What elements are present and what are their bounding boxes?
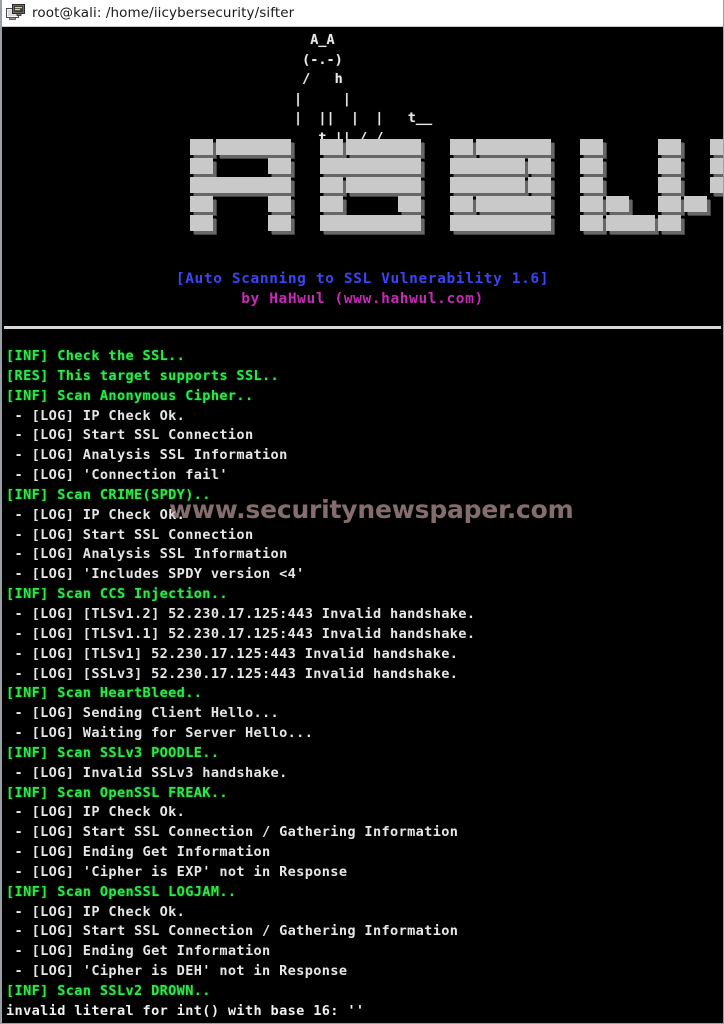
logo-block [450,158,525,174]
logo-block [450,177,525,193]
terminal-line: [INF] Scan SSLv2 DROWN.. [6,983,211,999]
terminal-line: - [LOG] Start SSL Connection / Gathering… [6,923,459,940]
terminal-line: - [LOG] IP Check Ok. [6,804,186,821]
logo-block [190,196,213,212]
terminal-line: - [LOG] [TLSv1.2] 52.230.17.125:443 Inva… [6,605,476,622]
logo-block [658,196,681,212]
terminal-line: [INF] Scan OpenSSL LOGJAM.. [6,883,237,900]
terminal-line: - [LOG] IP Check Ok. [6,407,186,424]
banner-byline: by HaHwul (www.hahwul.com) [241,291,484,307]
logo-block [268,196,291,212]
logo-block [658,177,681,193]
logo-block [346,177,421,193]
logo-block [528,158,551,174]
logo-block [190,215,213,231]
ascii-cat-art: A_A (-.-) / h | | | || | | t__ t_|| /_/ [294,32,433,146]
terminal-line: - [LOG] [TLSv1] 52.230.17.125:443 Invali… [6,645,459,662]
logo-block [320,158,421,174]
terminal-line: - [LOG] 'Cipher is EXP' not in Response [6,863,348,880]
logo-block [268,158,291,174]
scan-log-output: [INF] Check the SSL.. [RES] This target s… [6,347,723,1022]
logo-block [320,215,421,231]
logo-block [606,215,655,231]
logo-block [476,196,551,212]
logo-block [606,196,629,212]
terminal-line: - [LOG] Sending Client Hello... [6,705,280,722]
terminal-line: - [LOG] Ending Get Information [6,943,271,960]
terminal-line: [INF] Scan Anonymous Cipher.. [6,387,254,404]
logo-block [450,196,473,212]
logo-block [476,139,551,155]
logo-block [190,139,213,155]
terminal-line: - [LOG] IP Check Ok. [6,903,186,920]
terminal-window: root@kali: /home/iicybersecurity/sifter … [0,0,724,1024]
terminal-line: - [LOG] Ending Get Information [6,844,271,861]
logo-block [580,196,603,212]
terminal-line: [INF] Scan CRIME(SPDY).. [6,486,211,503]
terminal-line: - [LOG] Start SSL Connection [6,427,254,444]
logo-block [450,139,473,155]
terminal-line: [INF] Check the SSL.. [6,348,186,364]
banner-divider [4,326,721,329]
terminal-line: [INF] Scan CCS Injection.. [6,586,228,603]
logo-block [710,177,723,193]
terminal-line: [RES] This target supports SSL.. [6,367,280,384]
terminal-line: [INF] Scan HeartBleed.. [6,685,203,702]
logo-block [580,158,603,174]
logo-block [658,139,681,155]
terminal-icon [6,3,26,23]
logo-block [320,177,343,193]
banner-subtitle: [Auto Scanning to SSL Vulnerability 1.6] [175,271,550,287]
a2sv-logo-grid [190,139,723,257]
terminal-line: - [LOG] Analysis SSL Information [6,546,288,563]
logo-block [190,158,213,174]
logo-block [710,158,723,174]
terminal-line: - [LOG] Start SSL Connection / Gathering… [6,824,459,841]
logo-block [658,158,681,174]
terminal-line: - [LOG] Analysis SSL Information [6,447,288,464]
terminal-line: [INF] Scan OpenSSL FREAK.. [6,784,228,801]
window-titlebar: root@kali: /home/iicybersecurity/sifter [2,0,723,27]
logo-block [190,177,291,193]
logo-block [216,139,291,155]
logo-block [528,177,551,193]
terminal-body[interactable]: A_A (-.-) / h | | | || | | t__ t_|| /_/ … [2,27,723,1023]
terminal-line: [INF] Scan SSLv3 POODLE.. [6,744,220,761]
terminal-line: - [LOG] [SSLv3] 52.230.17.125:443 Invali… [6,665,459,682]
logo-block [684,196,707,212]
logo-block [268,215,291,231]
logo-block [398,196,421,212]
terminal-line: - [LOG] Invalid SSLv3 handshake. [6,764,288,781]
logo-block [320,139,343,155]
terminal-line: - [LOG] 'Includes SPDY version <4' [6,566,305,583]
terminal-line: - [LOG] 'Cipher is DEH' not in Response [6,963,348,980]
logo-block [450,215,551,231]
terminal-line: invalid literal for int() with base 16: … [6,1002,365,1019]
logo-block [580,215,603,231]
terminal-line: - [LOG] Waiting for Server Hello... [6,725,314,742]
logo-block [346,139,421,155]
window-title: root@kali: /home/iicybersecurity/sifter [32,5,295,21]
terminal-line: - [LOG] Start SSL Connection [6,526,254,543]
logo-block [658,215,681,231]
logo-block [580,139,603,155]
a2sv-logo [190,139,723,257]
logo-block [580,177,603,193]
logo-block [710,139,723,155]
logo-block [320,196,343,212]
terminal-line: - [LOG] 'Connection fail' [6,467,228,484]
terminal-line: - [LOG] [TLSv1.1] 52.230.17.125:443 Inva… [6,625,476,642]
terminal-line: - [LOG] IP Check Ok. [6,506,186,523]
